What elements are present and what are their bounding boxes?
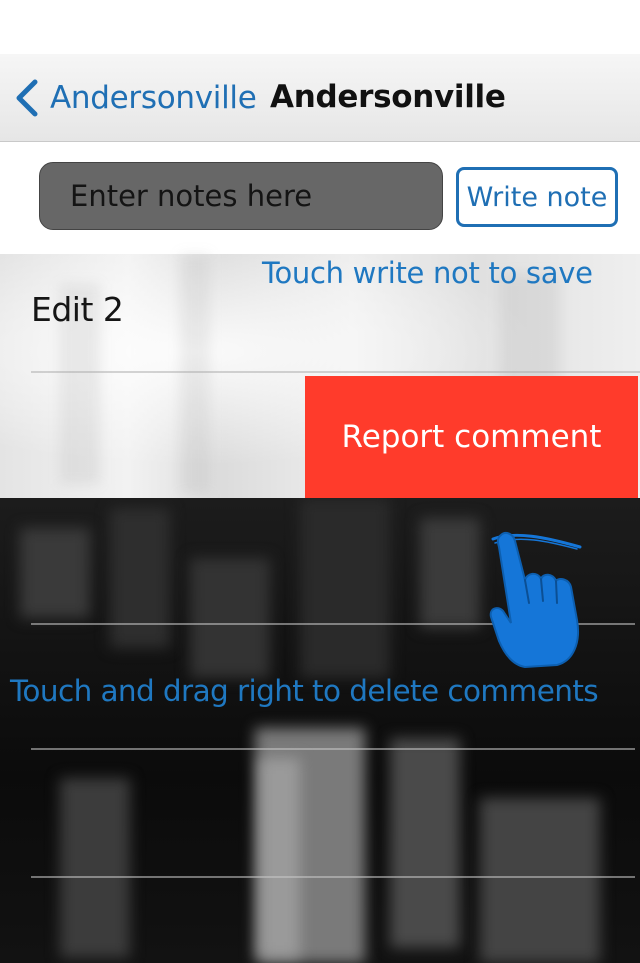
note-entry-row: Write note: [0, 142, 640, 254]
back-button-label: Andersonville: [50, 80, 257, 116]
write-hint-annotation: Touch write not to save: [262, 256, 593, 290]
app-screen: Andersonville Andersonville Write note E…: [0, 0, 640, 963]
background-blur-shape: [180, 254, 210, 494]
comment-text[interactable]: Edit 2: [31, 290, 124, 329]
chevron-left-icon: [14, 79, 40, 117]
report-comment-button[interactable]: Report comment: [305, 376, 638, 498]
background-blur-shape: [110, 508, 170, 648]
row-divider: [31, 876, 635, 878]
status-bar-area: [0, 0, 640, 54]
drag-hint-annotation: Touch and drag right to delete comments: [10, 674, 599, 708]
notes-input[interactable]: [39, 162, 443, 230]
background-blur-shape: [260, 758, 300, 958]
write-note-button[interactable]: Write note: [456, 167, 618, 227]
page-title: Andersonville: [270, 79, 506, 115]
background-blur-shape: [420, 518, 480, 628]
background-blur-shape: [20, 528, 90, 618]
row-divider: [31, 371, 640, 373]
row-divider: [31, 748, 635, 750]
background-blur-shape: [390, 738, 460, 948]
background-blur-shape: [190, 558, 270, 678]
background-blur-shape: [480, 798, 600, 963]
background-blur-shape: [60, 778, 130, 958]
back-button[interactable]: Andersonville: [14, 78, 257, 118]
hand-swipe-icon: [485, 525, 585, 675]
background-blur-shape: [300, 498, 390, 678]
